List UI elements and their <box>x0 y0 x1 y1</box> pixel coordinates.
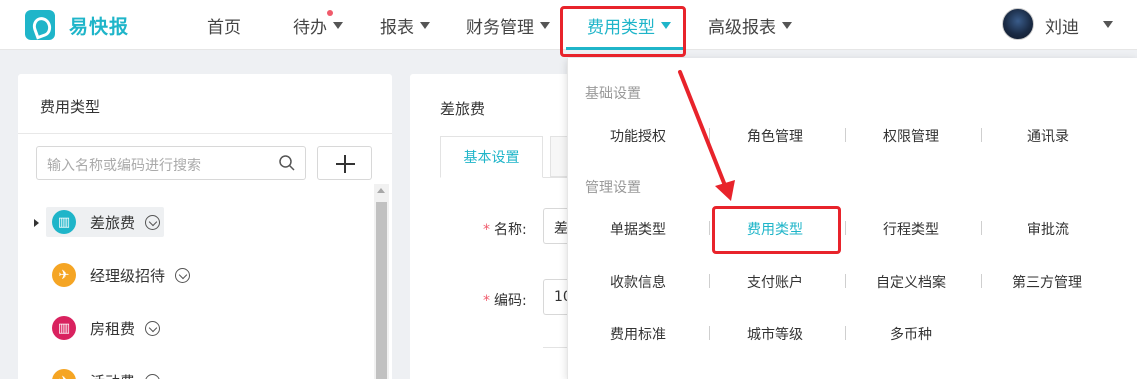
separator <box>845 326 846 340</box>
chevron-down-icon <box>333 22 343 29</box>
separator <box>845 274 846 288</box>
annotation-highlight-menu-item <box>712 206 841 254</box>
section-title-basic: 基础设置 <box>585 86 641 102</box>
tree-item-activity[interactable]: ✈ 活动费 <box>46 366 161 379</box>
user-name[interactable]: 刘迪 <box>1045 13 1079 38</box>
divider <box>18 133 392 134</box>
name-label: * 名称: <box>483 222 527 238</box>
tree-item-travel[interactable]: ▥ 差旅费 <box>46 207 165 237</box>
building-icon: ▥ <box>52 210 76 234</box>
separator <box>709 326 710 340</box>
separator <box>981 274 982 288</box>
menu-item-permission-auth[interactable]: 功能授权 <box>610 126 666 146</box>
separator <box>981 221 982 235</box>
menu-item-trip-types[interactable]: 行程类型 <box>883 219 939 239</box>
user-menu-chevron-icon[interactable] <box>1103 21 1113 28</box>
tab-basic-settings[interactable]: 基本设置 <box>440 136 543 178</box>
nav-item-advanced-reports[interactable]: 高级报表 <box>708 13 792 38</box>
menu-item-contacts[interactable]: 通讯录 <box>1027 126 1069 146</box>
app-name: 易快报 <box>69 15 130 38</box>
separator <box>981 128 982 142</box>
code-label: * 编码: <box>483 293 527 309</box>
chevron-down-icon[interactable] <box>175 267 191 283</box>
separator <box>709 221 710 235</box>
separator <box>709 274 710 288</box>
nav-item-finance[interactable]: 财务管理 <box>466 13 550 38</box>
scroll-up-arrow-icon[interactable] <box>377 188 385 193</box>
avatar[interactable] <box>1002 8 1034 40</box>
search-placeholder: 输入名称或编码进行搜索 <box>47 158 201 174</box>
chevron-down-icon <box>420 22 430 29</box>
settings-dropdown-menu: 基础设置 功能授权 角色管理 权限管理 通讯录 管理设置 单据类型 费用类型 行… <box>567 58 1137 379</box>
detail-title: 差旅费 <box>440 100 486 118</box>
panel-title: 费用类型 <box>40 98 101 116</box>
chevron-down-icon[interactable] <box>145 214 161 230</box>
menu-item-document-types[interactable]: 单据类型 <box>610 219 666 239</box>
notification-dot <box>327 10 333 16</box>
nav-item-reports[interactable]: 报表 <box>380 13 430 38</box>
tree-expand-icon[interactable] <box>34 219 39 227</box>
menu-item-city-levels[interactable]: 城市等级 <box>747 324 803 344</box>
app-logo[interactable]: 易快报 <box>25 10 129 40</box>
plane-icon: ✈ <box>52 263 76 287</box>
chevron-down-icon <box>782 22 792 29</box>
menu-item-role-management[interactable]: 角色管理 <box>747 126 803 146</box>
search-input[interactable]: 输入名称或编码进行搜索 <box>36 146 306 180</box>
separator <box>845 221 846 235</box>
building-icon: ▥ <box>52 316 76 340</box>
menu-item-rights-management[interactable]: 权限管理 <box>883 126 939 146</box>
menu-item-custom-archives[interactable]: 自定义档案 <box>876 272 946 292</box>
scrollbar-thumb[interactable] <box>376 202 387 379</box>
required-asterisk: * <box>483 222 490 238</box>
tree-item-rent[interactable]: ▥ 房租费 <box>46 313 161 343</box>
expense-type-panel: 费用类型 输入名称或编码进行搜索 ▥ 差旅费 ✈ 经理级招待 ▥ 房租费 ✈ 活… <box>18 74 392 379</box>
nav-item-home[interactable]: 首页 <box>207 13 241 38</box>
plane-icon: ✈ <box>52 369 76 379</box>
required-asterisk: * <box>483 293 490 309</box>
nav-item-todo[interactable]: 待办 <box>293 10 343 38</box>
add-expense-type-button[interactable] <box>317 146 372 180</box>
menu-item-third-party[interactable]: 第三方管理 <box>1012 272 1082 292</box>
separator <box>845 128 846 142</box>
separator <box>709 128 710 142</box>
menu-item-approval-flow[interactable]: 审批流 <box>1027 219 1069 239</box>
menu-item-expense-standards[interactable]: 费用标准 <box>610 324 666 344</box>
tree-item-manager-hospitality[interactable]: ✈ 经理级招待 <box>46 260 191 290</box>
chevron-down-icon <box>540 22 550 29</box>
annotation-highlight-nav <box>560 6 686 57</box>
chevron-down-icon[interactable] <box>145 320 161 336</box>
menu-item-payment-accounts[interactable]: 支付账户 <box>747 272 803 292</box>
menu-item-multi-currency[interactable]: 多币种 <box>890 324 932 344</box>
chevron-down-icon[interactable] <box>145 373 161 379</box>
search-icon[interactable] <box>279 155 295 171</box>
menu-item-payee-info[interactable]: 收款信息 <box>610 272 666 292</box>
section-title-management: 管理设置 <box>585 180 641 196</box>
logo-icon <box>25 10 55 40</box>
